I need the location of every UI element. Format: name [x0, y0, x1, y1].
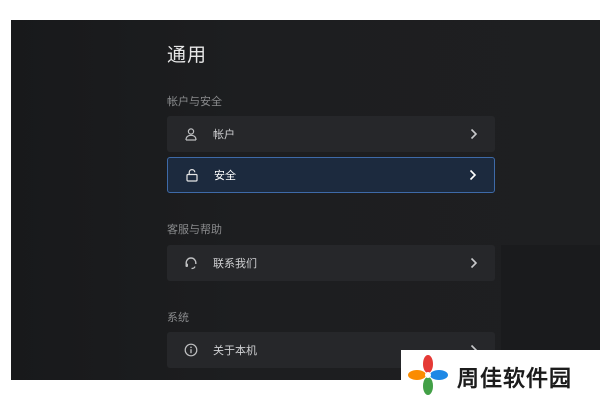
info-icon	[183, 342, 199, 358]
settings-item-label: 关于本机	[213, 344, 257, 357]
lock-icon	[184, 167, 200, 183]
settings-item-label: 联系我们	[213, 257, 257, 270]
page-title: 通用	[167, 44, 208, 66]
section-label-system: 系统	[167, 311, 189, 324]
section-label-support: 客服与帮助	[167, 223, 222, 236]
user-icon	[183, 126, 199, 142]
pinwheel-logo-icon	[407, 354, 449, 396]
settings-item-security[interactable]: 安全	[167, 157, 495, 193]
settings-screen: 通用 帐户与安全 帐户 安全 客服与帮助 联系我们 系统 关于本机	[11, 20, 600, 380]
settings-item-contact-us[interactable]: 联系我们	[167, 245, 495, 281]
watermark-text: 周佳软件园	[457, 367, 573, 392]
settings-item-label: 帐户	[213, 128, 235, 141]
headset-icon	[183, 255, 199, 271]
section-label-account-security: 帐户与安全	[167, 95, 222, 108]
settings-item-account[interactable]: 帐户	[167, 116, 495, 152]
chevron-right-icon	[468, 169, 478, 181]
settings-item-label: 安全	[214, 169, 236, 182]
chevron-right-icon	[469, 257, 479, 269]
chevron-right-icon	[469, 128, 479, 140]
watermark: 周佳软件园	[401, 350, 600, 400]
